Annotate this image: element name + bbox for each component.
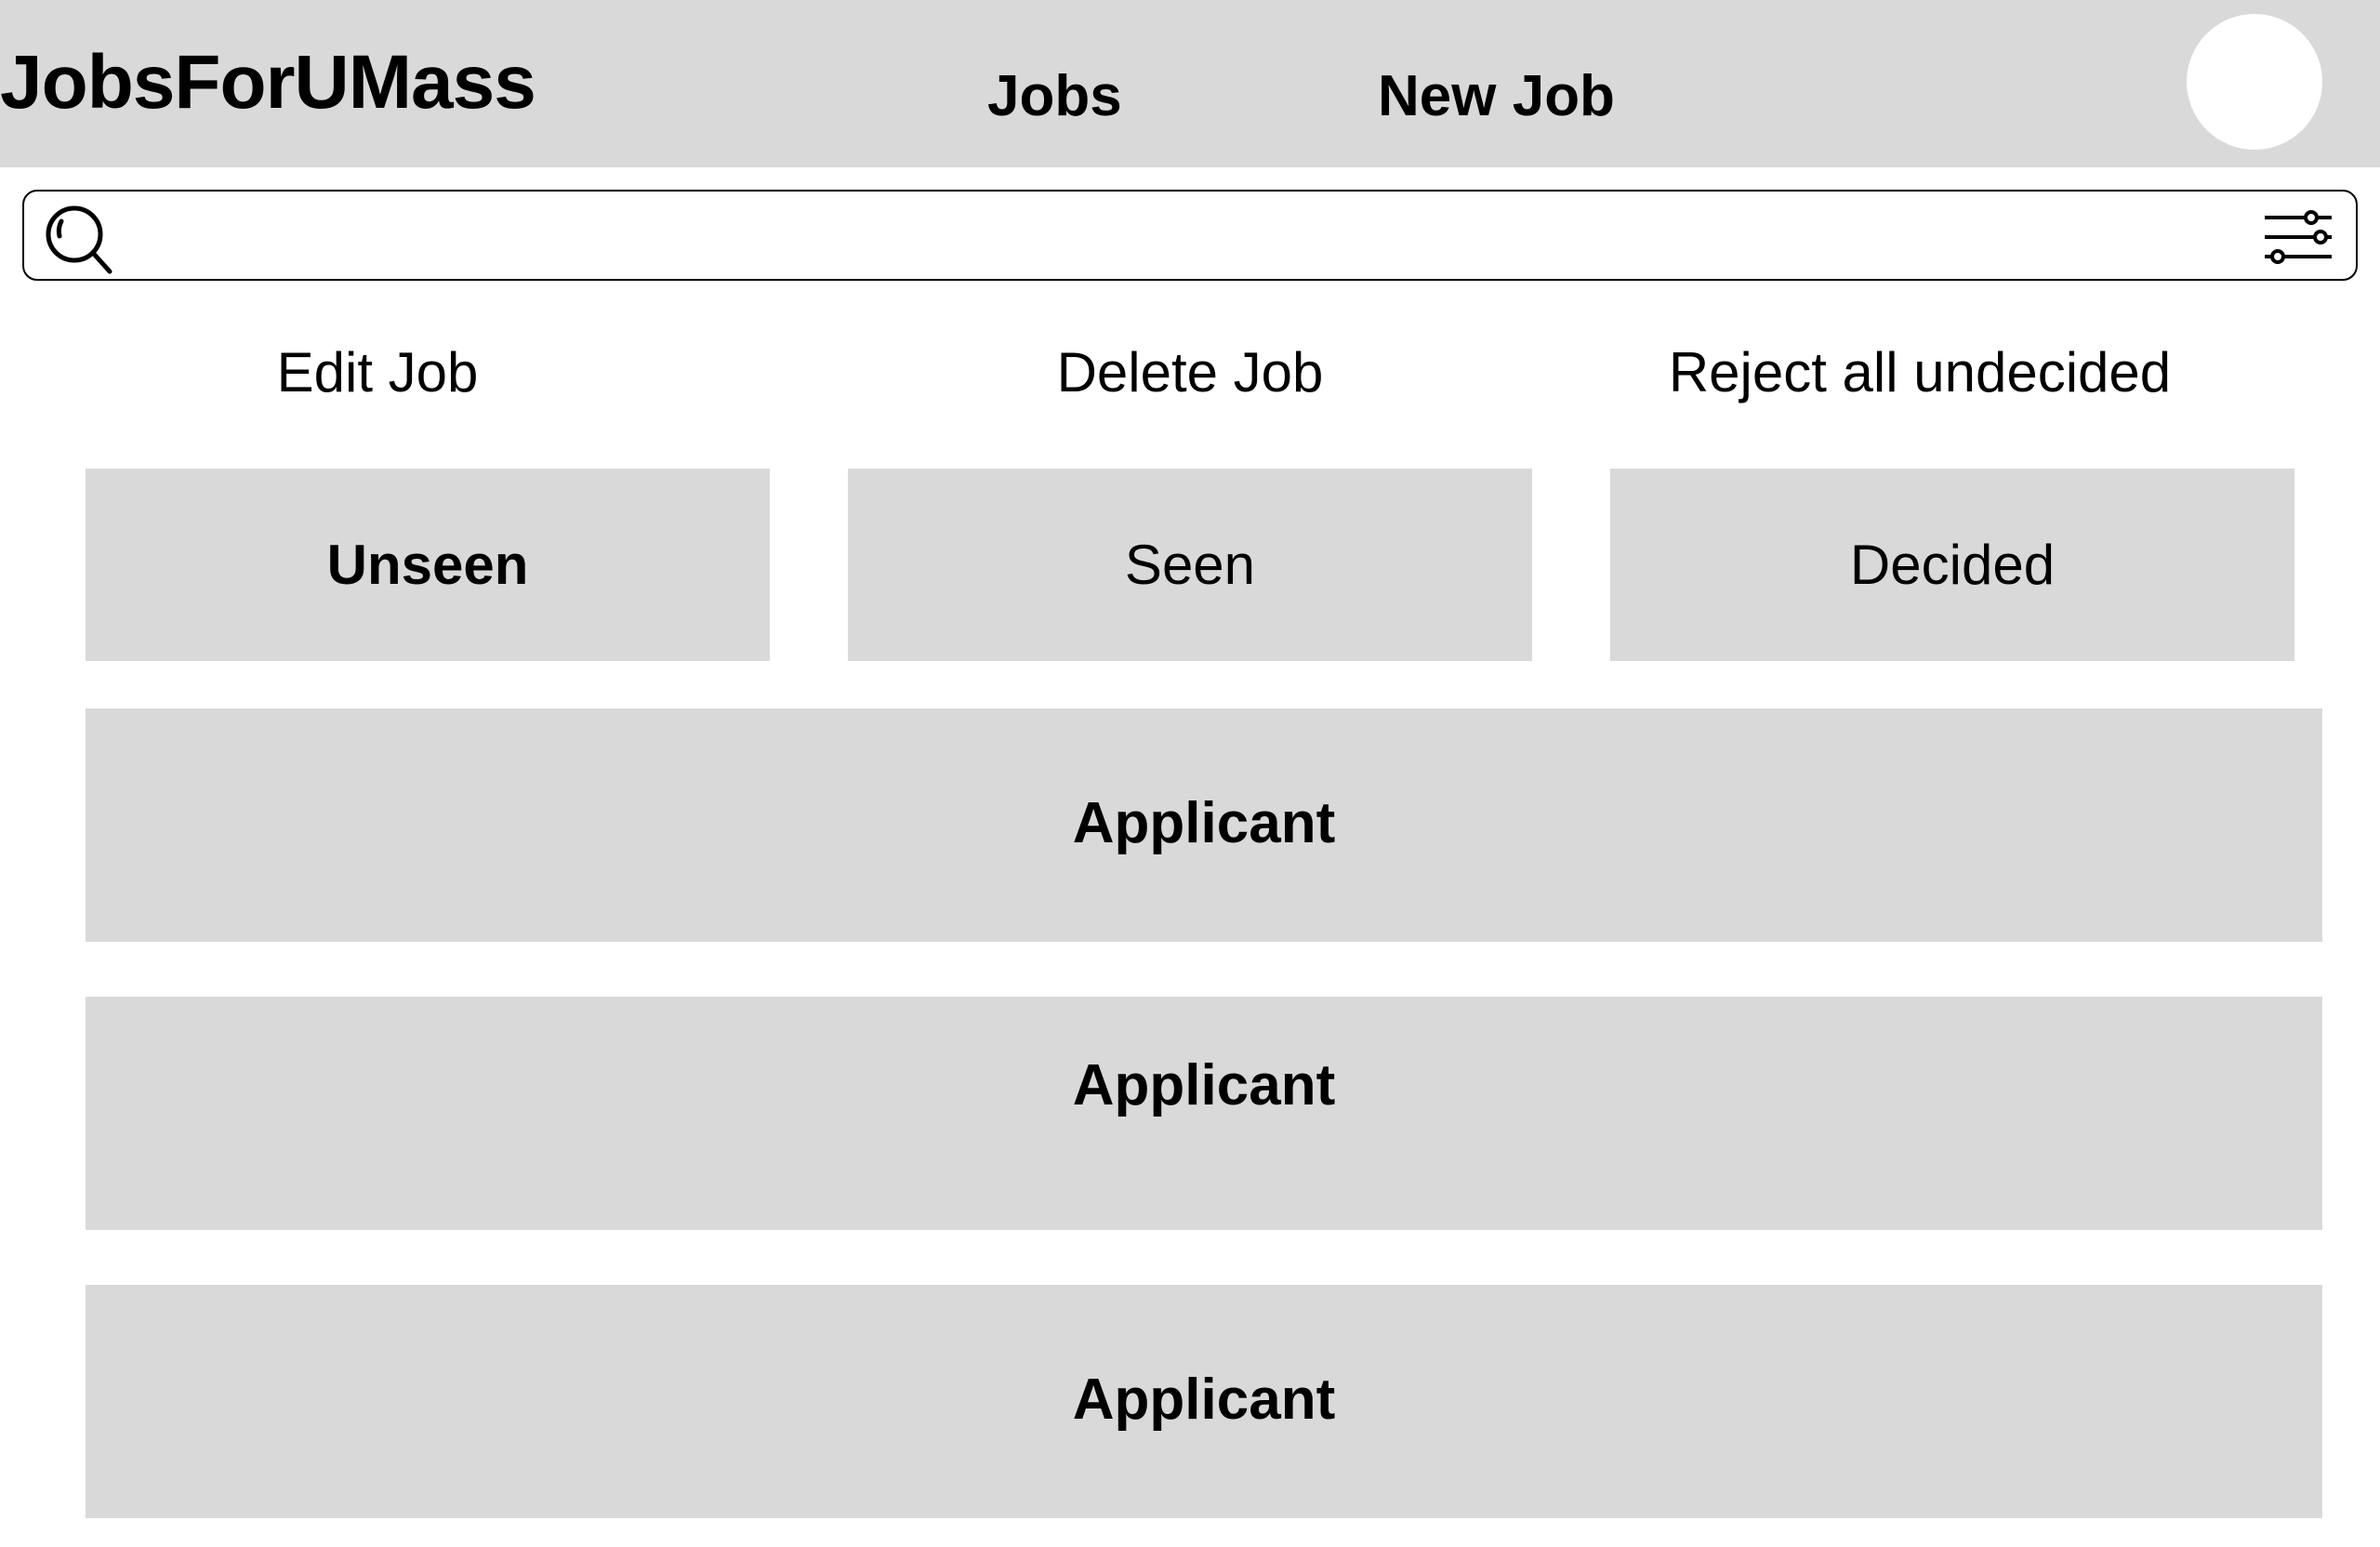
- applicant-card[interactable]: Applicant: [86, 1285, 2322, 1518]
- nav-jobs-link[interactable]: Jobs: [987, 63, 1122, 129]
- applicant-label: Applicant: [1072, 791, 1336, 855]
- tab-seen[interactable]: Seen: [848, 469, 1532, 661]
- reject-all-undecided-button[interactable]: Reject all undecided: [1636, 340, 2203, 404]
- nav-new-job-link[interactable]: New Job: [1378, 63, 1615, 129]
- brand-logo[interactable]: JobsForUMass: [0, 39, 536, 126]
- applicant-label: Applicant: [1072, 1368, 1336, 1432]
- avatar[interactable]: [2187, 14, 2322, 150]
- tab-decided[interactable]: Decided: [1610, 469, 2294, 661]
- applicant-card[interactable]: Applicant: [86, 708, 2322, 942]
- delete-job-button[interactable]: Delete Job: [1023, 340, 1357, 404]
- page: JobsForUMass Jobs New Job Edit Job Delet…: [0, 0, 2380, 1547]
- applicant-label: Applicant: [1072, 1053, 1336, 1117]
- search-icon: [43, 203, 117, 277]
- search-input[interactable]: [136, 205, 2222, 268]
- edit-job-button[interactable]: Edit Job: [229, 340, 526, 404]
- applicant-card[interactable]: Applicant: [86, 997, 2322, 1230]
- tab-unseen[interactable]: Unseen: [86, 469, 770, 661]
- top-header: JobsForUMass Jobs New Job: [0, 0, 2380, 167]
- search-bar: [22, 190, 2358, 281]
- filter-sliders-icon[interactable]: [2263, 210, 2334, 264]
